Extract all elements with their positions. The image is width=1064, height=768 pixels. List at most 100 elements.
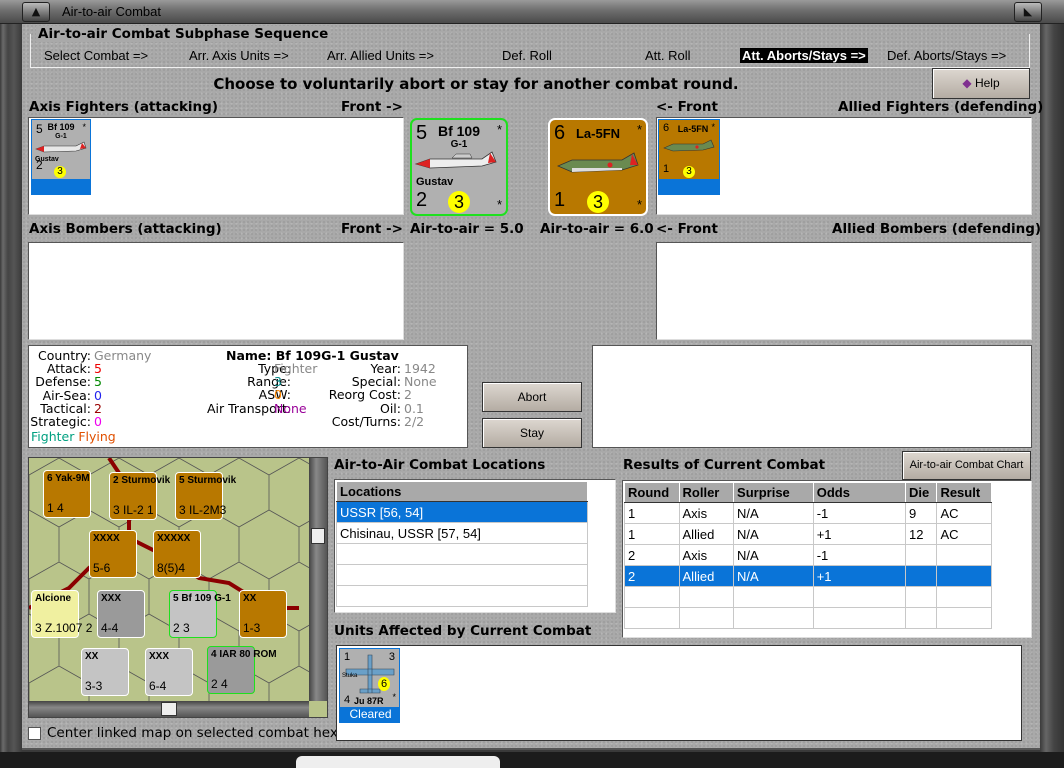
results-table[interactable]: Round Roller Surprise Odds Die Result 1 Axis N/… bbox=[624, 482, 992, 629]
results-cell bbox=[733, 586, 814, 608]
instruction-text: Choose to voluntarily abort or stay for … bbox=[213, 75, 739, 93]
results-cell bbox=[904, 607, 938, 629]
results-cell bbox=[904, 565, 938, 587]
tactical-value: 2 bbox=[94, 400, 102, 416]
map-counter-bottom: 2 4 bbox=[211, 677, 228, 691]
results-cell bbox=[678, 586, 735, 608]
oil-label: Oil: bbox=[380, 400, 401, 416]
map-counter-bottom: 3-3 bbox=[85, 679, 103, 693]
results-cell: N/A bbox=[733, 502, 814, 524]
defense-value: 5 bbox=[94, 374, 102, 390]
map-counter-bottom: 5-6 bbox=[93, 561, 111, 575]
map-unit-counter[interactable]: XXX 4-4 bbox=[97, 590, 145, 638]
results-header-die[interactable]: Die bbox=[904, 482, 938, 503]
results-cell bbox=[624, 607, 680, 629]
step-att-aborts-stays: Att. Aborts/Stays => bbox=[740, 48, 868, 63]
location-cell[interactable] bbox=[336, 585, 588, 607]
close-icon[interactable]: ◣ bbox=[1014, 2, 1042, 22]
location-cell[interactable]: Chisinau, USSR [57, 54] bbox=[336, 522, 588, 544]
map-unit-counter[interactable]: 4 IAR 80 ROM 2 4 bbox=[207, 646, 277, 694]
allied-fighters-label: Allied Fighters (defending) bbox=[838, 99, 1044, 115]
results-cell bbox=[812, 607, 906, 629]
attack-value: 5 bbox=[94, 361, 102, 377]
map-unit-counter[interactable]: XXXXX 8(5)4 bbox=[153, 530, 201, 578]
axis-bombers-box[interactable] bbox=[28, 242, 404, 340]
map-counter-bottom: 6-4 bbox=[149, 679, 167, 693]
axis-fighter-counter-small[interactable]: 5 * Bf 109 G-1 Gustav 2 3 bbox=[31, 119, 91, 195]
map-horizontal-scrollbar[interactable] bbox=[29, 701, 309, 717]
results-cell bbox=[812, 586, 906, 608]
location-cell[interactable] bbox=[336, 543, 588, 565]
location-row[interactable] bbox=[336, 543, 588, 565]
map-counter-bottom: 3 IL-2M3 bbox=[179, 503, 227, 517]
results-header-result[interactable]: Result bbox=[936, 482, 992, 503]
results-row[interactable]: 2 Axis N/A -1 bbox=[624, 544, 992, 566]
map-counter-top: 6 Yak-9M bbox=[47, 473, 90, 484]
cost-value: 2/2 bbox=[404, 413, 425, 429]
help-button[interactable]: ◆ Help bbox=[932, 68, 1030, 99]
map-unit-counter[interactable]: XXX 6-4 bbox=[145, 648, 193, 696]
map-unit-counter[interactable]: 6 Yak-9M 1 4 bbox=[43, 470, 91, 518]
location-row[interactable]: Chisinau, USSR [57, 54] bbox=[336, 522, 588, 544]
allied-bombers-box[interactable] bbox=[656, 242, 1032, 340]
location-row[interactable] bbox=[336, 564, 588, 586]
results-cell: 12 bbox=[904, 523, 938, 545]
counter-name: Ju 87R bbox=[354, 696, 384, 706]
location-row[interactable]: USSR [56, 54] bbox=[336, 501, 588, 523]
ju87r-counter[interactable]: 1 3 Stuka 6 4 Ju 87R * Cleared bbox=[339, 648, 400, 723]
minimize-icon[interactable]: ▲ bbox=[22, 2, 50, 22]
results-row[interactable]: 2 Allied N/A +1 bbox=[624, 565, 992, 587]
allied-info-panel bbox=[592, 345, 1032, 448]
map-counter-top: XXXXX bbox=[157, 533, 191, 544]
unit-info-panel: Country: Attack: Defense: Air-Sea: Tactical:… bbox=[28, 345, 468, 448]
location-cell[interactable]: USSR [56, 54] bbox=[336, 501, 588, 523]
map-unit-counter[interactable]: XX 3-3 bbox=[81, 648, 129, 696]
results-cell: -1 bbox=[812, 544, 906, 566]
stay-button[interactable]: Stay bbox=[482, 418, 582, 448]
units-affected-title: Units Affected by Current Combat bbox=[334, 623, 592, 639]
map-unit-counter[interactable]: 2 Sturmovik 3 IL-2 1 bbox=[109, 472, 170, 520]
map-unit-counter[interactable]: XXXX 5-6 bbox=[89, 530, 137, 578]
air-combat-chart-button[interactable]: Air-to-air Combat Chart bbox=[902, 451, 1031, 480]
results-row[interactable] bbox=[624, 586, 992, 608]
map-vertical-scrollbar[interactable] bbox=[309, 458, 327, 701]
map-counter-bottom: 8(5)4 bbox=[157, 561, 186, 575]
results-row[interactable]: 1 Allied N/A +1 12 AC bbox=[624, 523, 992, 545]
linked-map[interactable]: 6 Yak-9M 1 4 2 Sturmovik 3 IL-2 1 5 Sturmovi… bbox=[28, 457, 328, 718]
results-row[interactable]: 1 Axis N/A -1 9 AC bbox=[624, 502, 992, 524]
results-header-round[interactable]: Round bbox=[624, 482, 680, 503]
step-select-combat: Select Combat => bbox=[44, 48, 149, 63]
vertical-scroll-thumb[interactable] bbox=[311, 528, 325, 544]
map-counter-bottom: 4-4 bbox=[101, 621, 119, 635]
allied-fighter-counter-small[interactable]: 6 * La-5FN 1 3 bbox=[658, 119, 720, 195]
center-map-checkbox[interactable] bbox=[28, 727, 41, 740]
location-cell[interactable] bbox=[336, 564, 588, 586]
map-unit-counter[interactable]: 5 Bf 109 G-1 2 3 bbox=[169, 590, 231, 638]
results-cell: Axis bbox=[678, 502, 735, 524]
map-unit-counter[interactable]: 5 Sturmovik 3 IL-2M3 bbox=[175, 472, 236, 520]
front-left-label: <- Front bbox=[656, 99, 718, 115]
map-unit-counter[interactable]: XX 1-3 bbox=[239, 590, 287, 638]
results-table-box: Round Roller Surprise Odds Die Result 1 Axis N/… bbox=[622, 480, 1032, 638]
location-row[interactable] bbox=[336, 585, 588, 607]
map-unit-counter[interactable]: Alcione 3 Z.1007 2 bbox=[31, 590, 92, 638]
results-header-roller[interactable]: Roller bbox=[678, 482, 735, 503]
map-counter-top: XXX bbox=[101, 593, 122, 604]
results-row[interactable] bbox=[624, 607, 992, 629]
front-right-label: Front -> bbox=[341, 99, 403, 115]
results-header-odds[interactable]: Odds bbox=[812, 482, 906, 503]
results-cell: 2 bbox=[624, 565, 680, 587]
allied-active-counter[interactable]: 6 * La-5FN 1 * 3 bbox=[548, 118, 648, 216]
results-cell: N/A bbox=[733, 523, 814, 545]
title-bar[interactable]: ▲ Air-to-air Combat ◣ bbox=[0, 0, 1064, 24]
taskbar-search[interactable] bbox=[296, 756, 500, 768]
counter-star: * bbox=[496, 197, 502, 212]
axis-active-counter[interactable]: 5 * Bf 109 G-1 Gustav 2 * 3 bbox=[410, 118, 508, 216]
horizontal-scroll-thumb[interactable] bbox=[161, 702, 177, 716]
allied-bombers-label: Allied Bombers (defending) bbox=[832, 221, 1042, 237]
locations-header[interactable]: Locations bbox=[336, 481, 588, 502]
results-header-surprise[interactable]: Surprise bbox=[733, 482, 814, 503]
results-cell bbox=[678, 607, 735, 629]
locations-table[interactable]: Locations USSR [56, 54] Chisinau, USSR [5… bbox=[336, 481, 588, 607]
abort-button[interactable]: Abort bbox=[482, 382, 582, 412]
